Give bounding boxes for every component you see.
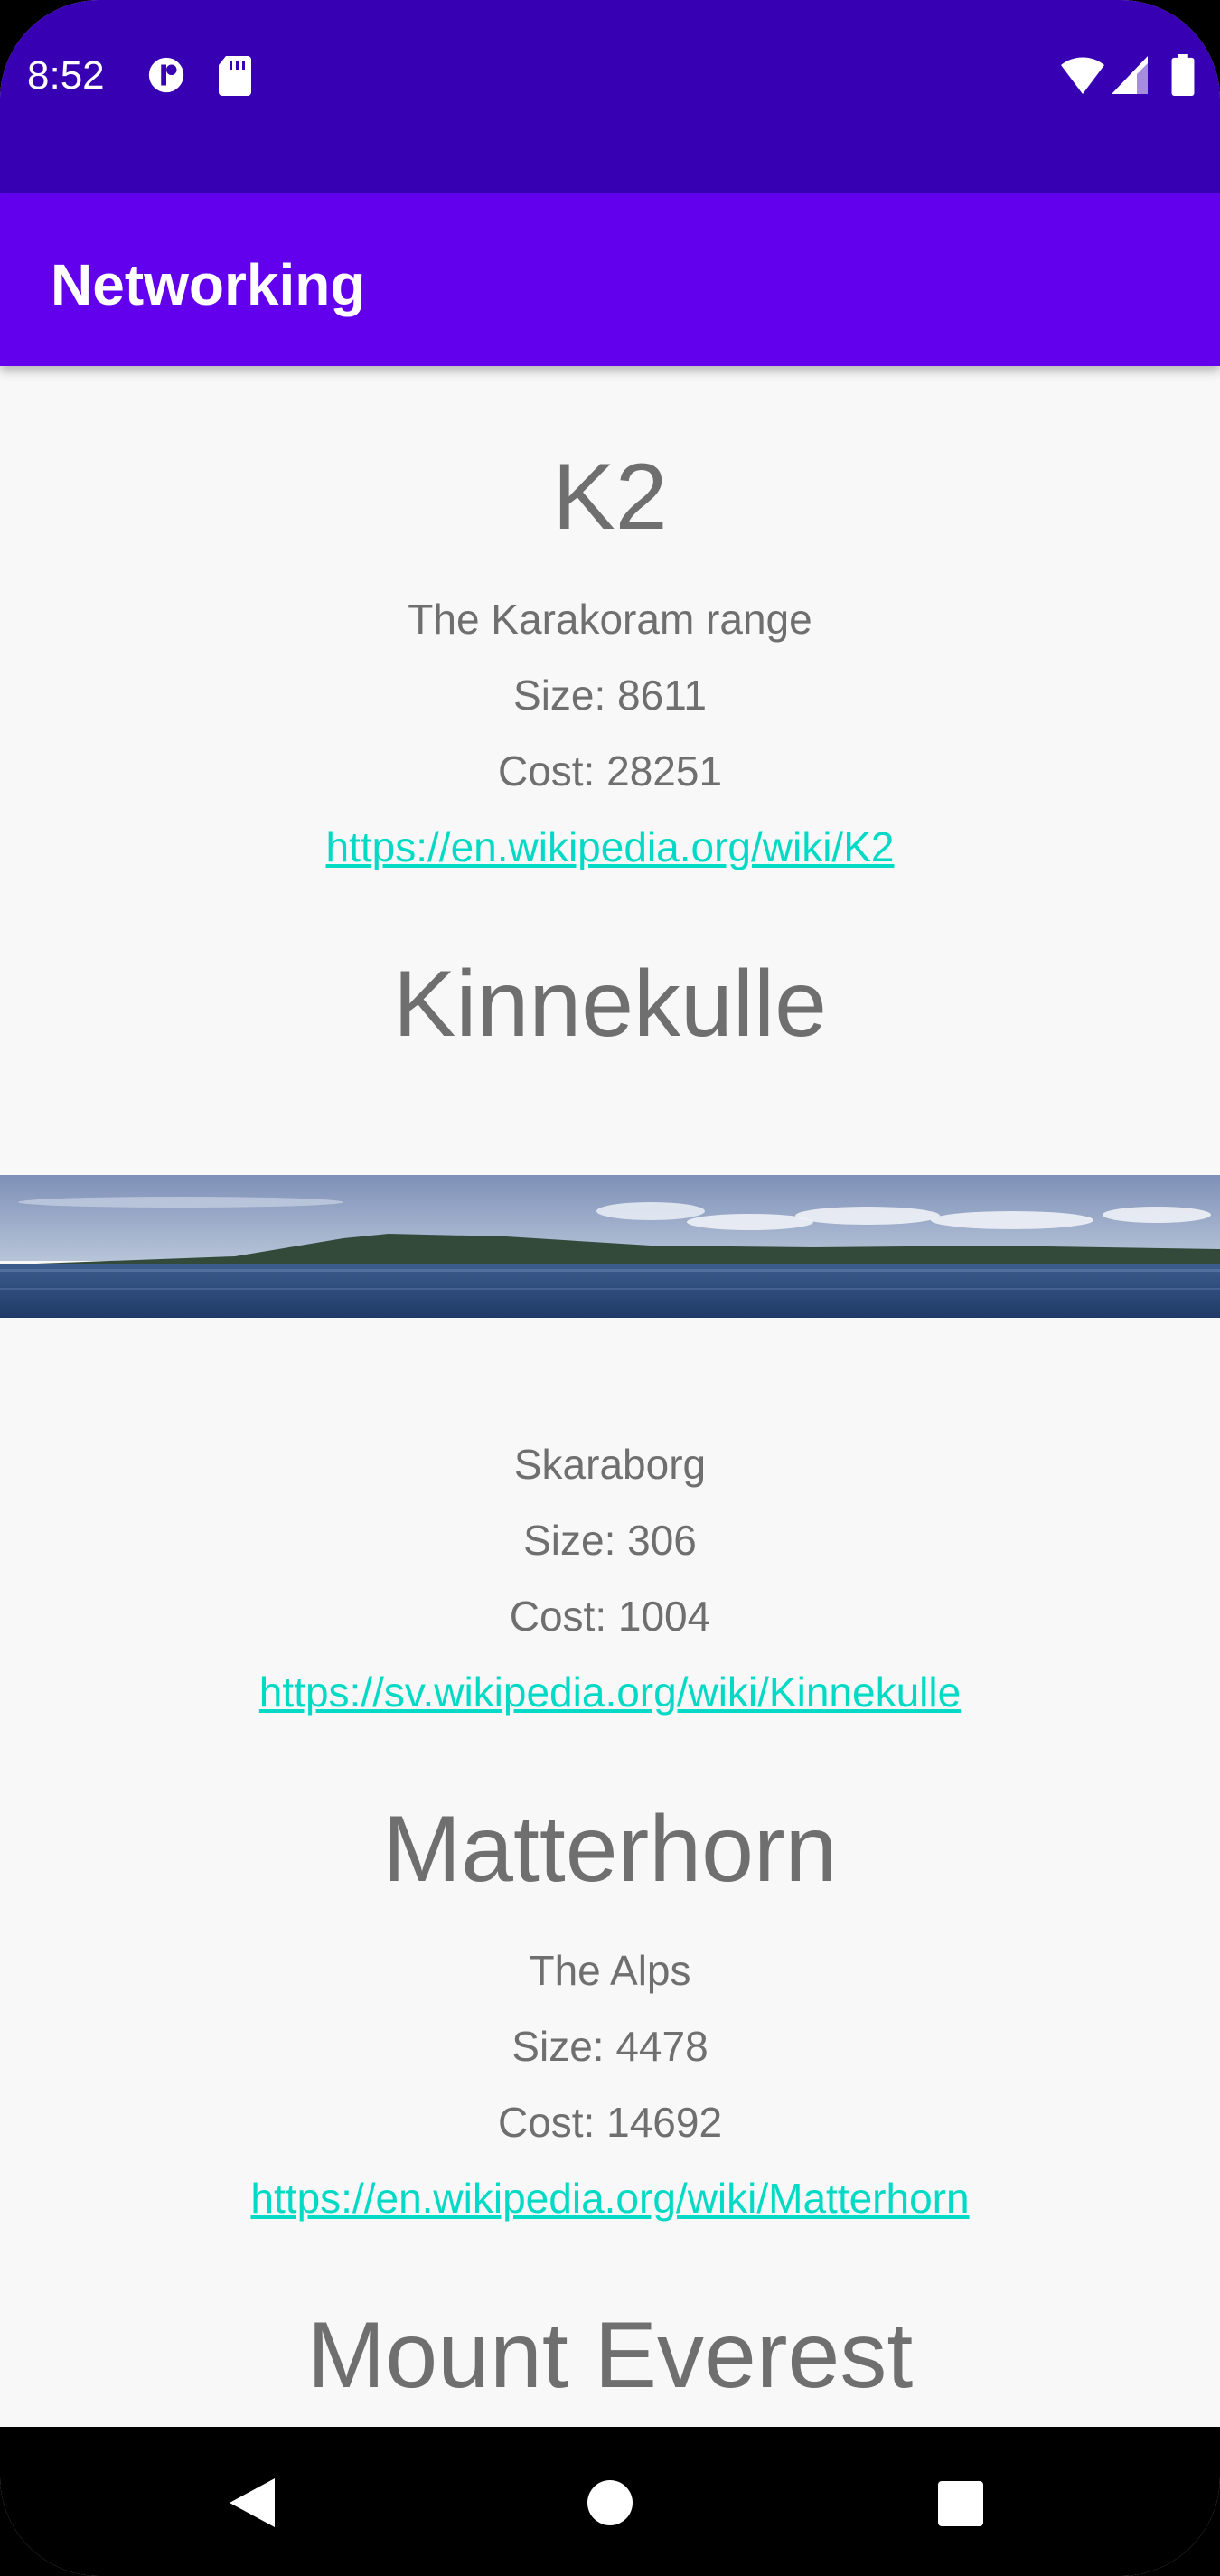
status-bar: 8:52 <box>0 0 1220 193</box>
mountain-wiki-link[interactable]: https://en.wikipedia.org/wiki/Matterhorn <box>0 2173 1220 2223</box>
mountain-wiki-link[interactable]: https://sv.wikipedia.org/wiki/Kinnekulle <box>0 1667 1220 1717</box>
status-time: 8:52 <box>27 53 105 98</box>
sd-card-icon <box>219 56 251 96</box>
navigation-bar <box>0 2427 1220 2576</box>
mountain-size: Size: 4478 <box>511 2023 709 2070</box>
recents-icon[interactable] <box>938 2481 983 2526</box>
mountain-image <box>0 1175 1220 1318</box>
home-icon[interactable] <box>587 2480 633 2525</box>
mountain-cost: Cost: 1004 <box>509 1593 711 1640</box>
mountain-name: Matterhorn <box>382 1797 838 1902</box>
mountain-location: Skaraborg <box>513 1441 707 1488</box>
data-saver-icon <box>148 57 184 93</box>
mountain-location: The Karakoram range <box>408 596 812 643</box>
mountain-cost: Cost: 28251 <box>497 747 723 794</box>
battery-icon <box>1171 54 1195 96</box>
mountain-size: Size: 8611 <box>513 672 707 719</box>
mountain-name: K2 <box>552 445 668 550</box>
phone-screen: 8:52 Networking K2 The Karakoram range S… <box>0 0 1220 2576</box>
cellular-signal-icon <box>1112 56 1148 94</box>
mountain-size: Size: 306 <box>523 1517 697 1564</box>
mountain-wiki-link[interactable]: https://en.wikipedia.org/wiki/K2 <box>0 822 1220 872</box>
mountain-name: Kinnekulle <box>393 952 827 1057</box>
mountain-list[interactable]: K2 The Karakoram range Size: 8611 Cost: … <box>0 366 1220 2427</box>
app-title: Networking <box>51 252 366 317</box>
back-icon[interactable] <box>228 2477 277 2529</box>
app-bar: Networking <box>0 193 1220 366</box>
mountain-location: The Alps <box>529 1947 691 1994</box>
mountain-cost: Cost: 14692 <box>497 2099 723 2146</box>
mountain-name: Mount Everest <box>306 2303 914 2408</box>
wifi-icon <box>1061 57 1104 94</box>
